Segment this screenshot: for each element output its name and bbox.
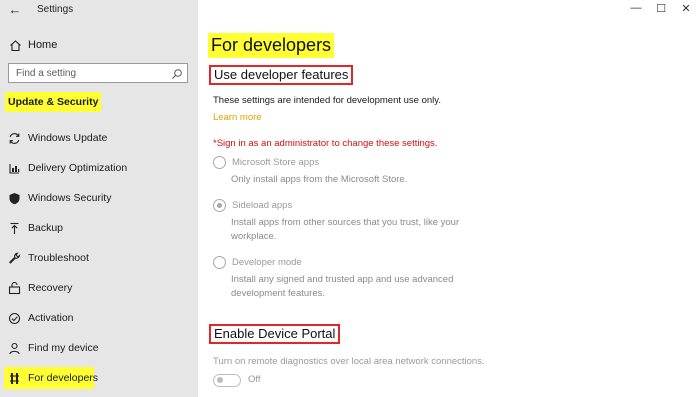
sidebar-item-activation[interactable]: Activation [0,306,198,330]
sidebar-item-troubleshoot[interactable]: Troubleshoot [0,246,198,270]
sidebar-item-label: For developers [28,372,99,384]
learn-more-link[interactable]: Learn more [213,112,262,123]
sidebar-item-label: Recovery [28,282,73,294]
sidebar-item-for-developers[interactable]: For developers [0,366,198,390]
shield-icon [7,191,21,205]
radio-label: Microsoft Store apps [232,156,320,168]
search-icon [171,67,183,79]
option-description: development features. [231,288,326,299]
home-icon [8,38,22,52]
device-portal-toggle[interactable] [213,374,241,387]
device-portal-description: Turn on remote diagnostics over local ar… [213,356,485,367]
admin-warning: *Sign in as an administrator to change t… [213,138,438,149]
option-description: workplace. [231,231,277,242]
sidebar-item-windows-security[interactable]: Windows Security [0,186,198,210]
recovery-icon [7,281,21,295]
search-placeholder: Find a setting [16,68,77,79]
toggle-state-label: Off [248,374,261,385]
sidebar-item-label: Backup [28,222,64,234]
checkmark-circle-icon [7,311,21,325]
search-input[interactable]: Find a setting [8,63,188,83]
radio-label: Developer mode [232,256,302,268]
device-portal-heading: Enable Device Portal [209,324,341,344]
section-heading: Update & Security [5,92,102,112]
backup-arrow-icon [7,221,21,235]
radio-button[interactable] [213,198,226,212]
dev-features-heading: Use developer features [209,65,354,85]
dev-features-description: These settings are intended for developm… [213,95,441,106]
sidebar-item-label: Windows Update [28,132,108,144]
sidebar-item-label: Activation [28,312,74,324]
option-description: Install apps from other sources that you… [231,217,460,228]
sidebar-item-find-my-device[interactable]: Find my device [0,336,198,360]
sidebar: ← Settings Home Find a setting Update & … [0,0,198,397]
sidebar-item-delivery-optimization[interactable]: Delivery Optimization [0,156,198,180]
sidebar-item-label: Troubleshoot [28,252,89,264]
radio-label: Sideload apps [232,199,293,211]
sidebar-item-windows-update[interactable]: Windows Update [0,126,198,150]
sidebar-item-label: Windows Security [28,192,112,204]
sidebar-item-label: Find my device [28,342,99,354]
option-description: Only install apps from the Microsoft Sto… [231,174,408,185]
sidebar-item-backup[interactable]: Backup [0,216,198,240]
radio-developer-mode[interactable]: Developer mode [213,255,302,269]
radio-button[interactable] [213,255,226,269]
back-arrow-icon[interactable]: ← [8,2,22,17]
home-label: Home [28,39,58,51]
close-icon[interactable]: ✕ [678,2,694,15]
main-panel: — ☐ ✕ For developers Use developer featu… [198,0,700,397]
delivery-optimization-icon [7,161,21,175]
sync-icon [7,131,21,145]
title-bar: ← Settings [0,0,198,20]
radio-sideload-apps[interactable]: Sideload apps [213,198,292,212]
app-title: Settings [37,4,74,15]
radio-microsoft-store-apps[interactable]: Microsoft Store apps [213,155,319,169]
radio-button[interactable] [213,155,226,169]
sidebar-item-label: Delivery Optimization [28,162,128,174]
page-title: For developers [208,33,335,58]
person-pin-icon [7,341,21,355]
developer-tools-icon [7,371,21,385]
wrench-icon [7,251,21,265]
minimize-icon[interactable]: — [628,2,644,14]
maximize-icon[interactable]: ☐ [653,2,669,15]
sidebar-item-recovery[interactable]: Recovery [0,276,198,300]
home-link[interactable]: Home [8,37,57,53]
option-description: Install any signed and trusted app and u… [231,274,454,285]
